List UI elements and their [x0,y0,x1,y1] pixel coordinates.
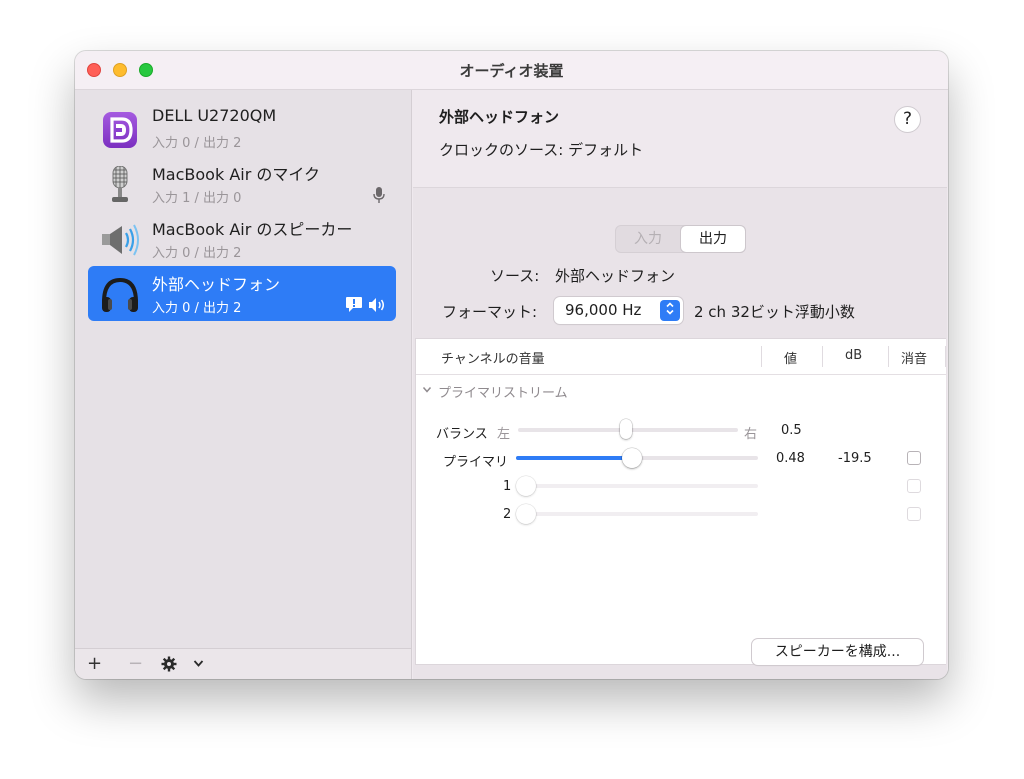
source-value: 外部ヘッドフォン [555,267,676,285]
chevron-down-icon[interactable] [193,659,204,668]
device-sidebar: DELL U2720QM 入力 0 / 出力 2 MacBook Air のマイ… [75,90,412,679]
device-io: 入力 0 / 出力 2 [152,136,242,151]
gear-icon[interactable] [161,656,177,672]
format-description: 2 ch 32ビット浮動小数 [694,303,855,321]
device-name: MacBook Air のスピーカー [152,220,353,239]
microphone-icon [112,166,128,202]
add-device-button[interactable]: + [87,653,102,674]
device-name: DELL U2720QM [152,106,277,125]
device-io: 入力 0 / 出力 2 [152,301,242,316]
table-header: チャンネルの音量 値 dB 消音 [416,339,946,375]
help-button[interactable]: ? [894,106,921,133]
device-name: 外部ヘッドフォン [152,275,281,294]
primary-label: プライマリ [443,455,509,470]
header-db[interactable]: dB [845,348,862,363]
header-value[interactable]: 値 [784,348,797,367]
channel-1-mute-checkbox[interactable] [907,479,921,493]
balance-left-label: 左 [497,427,511,442]
channel-1-slider-knob[interactable] [516,476,536,496]
title-bar: オーディオ装置 [75,51,948,90]
channel-1-label: 1 [503,479,512,494]
sidebar-toolbar: + − [75,648,411,679]
channel-2-slider-track[interactable] [520,512,758,516]
format-popup[interactable]: 96,000 Hz [554,297,683,324]
channel-2-label: 2 [503,507,512,522]
audio-midi-window: オーディオ装置 DELL U2720QM 入力 0 / 出力 2 MacBook… [75,51,948,679]
format-label: フォーマット: [442,303,538,321]
updown-chevron-icon [660,300,680,321]
balance-slider-knob[interactable] [620,419,632,439]
balance-right-label: 右 [744,427,758,442]
window-title: オーディオ装置 [459,62,564,80]
device-item-external-headphones[interactable]: 外部ヘッドフォン 入力 0 / 出力 2 [88,266,396,321]
primary-db: -19.5 [838,451,872,466]
device-name: MacBook Air のマイク [152,165,321,184]
displayport-icon [103,112,137,148]
device-detail-panel: 外部ヘッドフォン クロックのソース: デフォルト ? 入力 出力 ソース: 外部… [412,90,948,679]
channel-2-slider-knob[interactable] [516,504,536,524]
header-mute[interactable]: 消音 [901,348,927,367]
channel-volume-table: チャンネルの音量 値 dB 消音 プライマリストリーム バランス 左 右 0.5… [415,338,946,665]
selected-device-title: 外部ヘッドフォン [439,108,560,126]
speaker-icon [102,224,139,256]
source-label: ソース: [490,267,540,285]
input-mic-icon [373,187,385,203]
channel-2-mute-checkbox[interactable] [907,507,921,521]
tab-input[interactable]: 入力 [616,226,680,252]
primary-mute-checkbox[interactable] [907,451,921,465]
primary-value: 0.48 [776,451,805,466]
balance-value: 0.5 [781,423,802,438]
headphones-icon [102,277,138,312]
device-io: 入力 0 / 出力 2 [152,246,242,261]
device-item-macbook-mic[interactable]: MacBook Air のマイク 入力 1 / 出力 0 [88,156,396,211]
device-item-macbook-speaker[interactable]: MacBook Air のスピーカー 入力 0 / 出力 2 [88,211,396,266]
device-io: 入力 1 / 出力 0 [152,191,242,206]
clock-source: クロックのソース: デフォルト [439,141,644,159]
remove-device-button[interactable]: − [128,653,143,674]
balance-label: バランス [436,427,488,442]
format-value: 96,000 Hz [565,301,642,319]
alert-bubble-icon [346,297,362,312]
disclosure-chevron-icon[interactable] [422,386,432,394]
configure-speakers-button[interactable]: スピーカーを構成... [752,639,923,665]
io-segmented-control: 入力 出力 [615,225,746,253]
primary-slider-fill [516,456,632,460]
output-speaker-icon [369,297,384,312]
primary-slider-knob[interactable] [622,448,642,468]
primary-stream-label: プライマリストリーム [438,386,568,401]
tab-output[interactable]: 出力 [681,226,745,252]
device-item-dell[interactable]: DELL U2720QM 入力 0 / 出力 2 [88,101,396,156]
header-channel-volume[interactable]: チャンネルの音量 [441,348,545,367]
channel-1-slider-track[interactable] [520,484,758,488]
